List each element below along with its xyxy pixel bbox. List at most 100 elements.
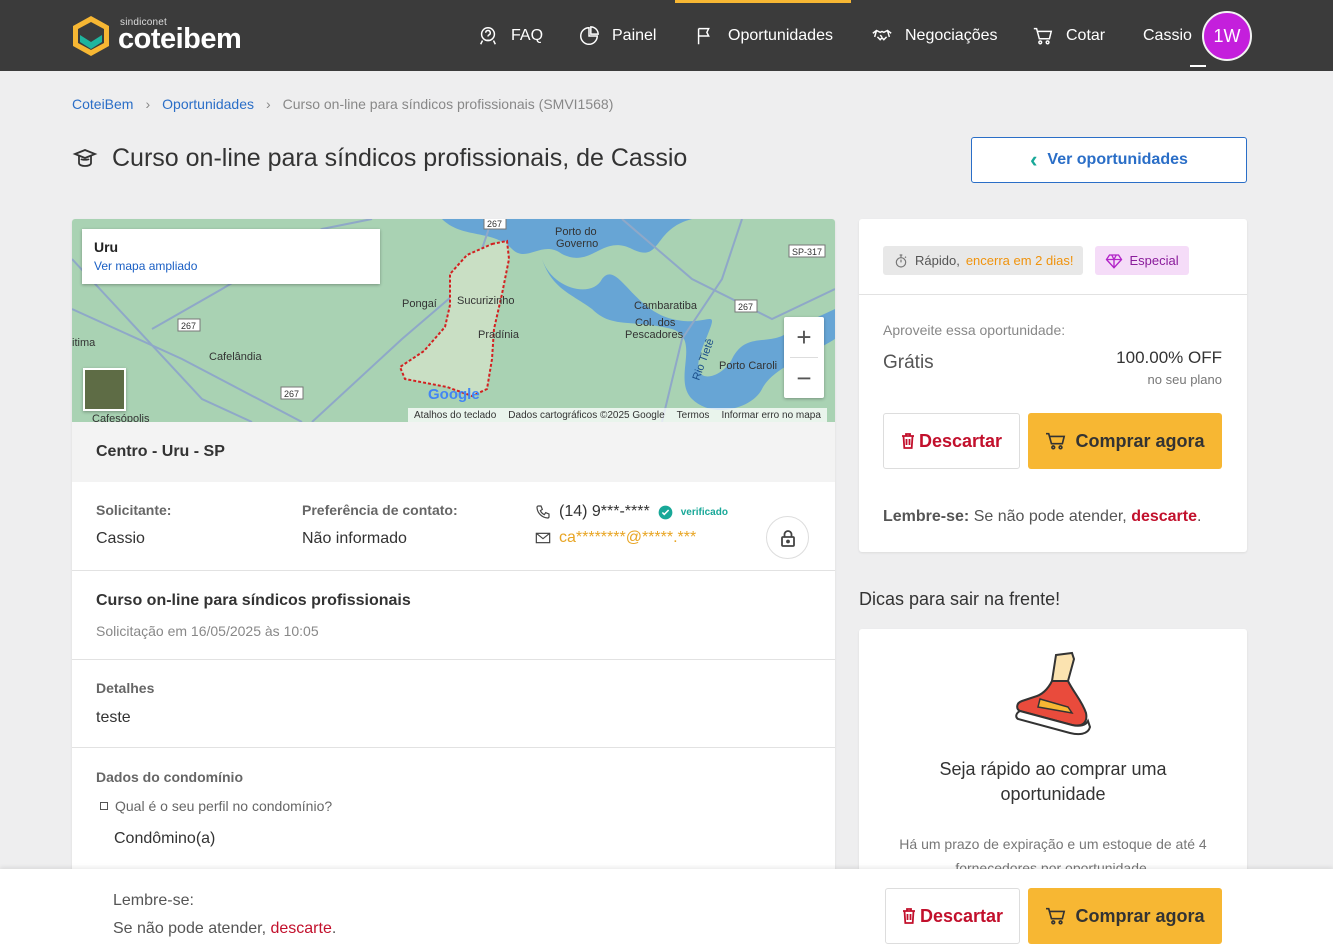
page-title: Curso on-line para síndicos profissionai… [72,144,687,173]
nav-oportunidades-label: Oportunidades [728,26,833,44]
reminder-bold: Lembre-se: [883,508,970,525]
graduation-cap-icon [72,148,98,167]
svg-text:Pescadores: Pescadores [625,329,684,341]
condo-question-text: Qual é o seu perfil no condomínio? [115,798,333,814]
zoom-out-button[interactable]: − [784,358,824,398]
offer-reminder: Lembre-se: Se não pode atender, descarte… [883,508,1201,526]
breadcrumb-oportunidades[interactable]: Oportunidades [162,96,254,112]
svg-text:Pradínia: Pradínia [478,329,520,341]
svg-text:267: 267 [284,389,299,399]
map-info-box: Uru Ver mapa ampliado [82,229,380,284]
mail-icon [535,532,551,544]
google-logo: Google [428,386,480,403]
buy-now-button[interactable]: Comprar agora [1028,413,1222,469]
svg-text:267: 267 [181,321,196,331]
map-data-credit: Dados cartográficos ©2025 Google [508,409,665,421]
view-opportunities-button[interactable]: ‹ Ver oportunidades [971,137,1247,183]
nav-faq[interactable]: FAQ [477,0,543,71]
map-shortcuts-link[interactable]: Atalhos do teclado [414,410,496,421]
buy-now-label: Comprar agora [1075,430,1205,451]
request-section: Curso on-line para síndicos profissionai… [72,570,835,659]
map-satellite-toggle[interactable] [83,368,126,411]
chevron-right-icon: › [145,96,151,112]
svg-text:itima: itima [72,337,96,349]
page-title-text: Curso on-line para síndicos profissionai… [112,144,688,172]
phone-row: (14) 9***-**** verificado [535,503,728,521]
discard-button[interactable]: Descartar [883,413,1020,469]
fast-badge-prefix: Rápido, [915,253,960,268]
nav-oportunidades[interactable]: Oportunidades [675,0,851,71]
cart-icon [1046,432,1066,450]
details-section: Detalhes teste [72,659,835,747]
nav-negociacoes[interactable]: Negociações [871,0,998,71]
faq-icon [480,26,496,45]
svg-text:Col. dos: Col. dos [635,317,676,329]
request-title: Curso on-line para síndicos profissionai… [96,592,411,609]
preference-value: Não informado [302,530,407,547]
map-report-link[interactable]: Informar erro no mapa [721,410,821,421]
condo-label: Dados do condomínio [96,769,243,785]
nav-painel-label: Painel [612,26,657,44]
svg-text:SP-317: SP-317 [792,247,822,257]
handshake-icon [872,29,892,41]
verified-label: verificado [680,506,728,518]
breadcrumb-home[interactable]: CoteiBem [72,96,133,112]
breadcrumb-current: Curso on-line para síndicos profissionai… [282,96,614,112]
phone-value: (14) 9***-**** [559,503,650,520]
logo-mark-icon [73,16,109,56]
sticky-discard-button[interactable]: Descartar [885,888,1020,944]
lock-icon [780,529,795,547]
special-badge-label: Especial [1129,253,1179,268]
svg-text:Porto Caroli: Porto Caroli [719,360,777,372]
svg-text:Cafesópolis: Cafesópolis [92,413,150,422]
location-text: Centro - Uru - SP [96,443,225,460]
nav-faq-label: FAQ [511,26,544,44]
trash-icon [902,908,915,924]
reminder-discard-link[interactable]: descarte [1131,508,1197,525]
flag-icon [697,27,710,44]
offer-price: Grátis [883,352,934,373]
user-name: Cassio [1143,26,1192,44]
opportunity-card: Porto do Governo Pongaí Sucurizinho Prad… [72,219,835,950]
cart-icon [1033,27,1053,45]
nav-painel[interactable]: Painel [578,0,656,71]
sticky-buy-now-button[interactable]: Comprar agora [1028,888,1222,944]
sticky-reminder-end: . [331,920,337,937]
offer-divider [859,294,1247,295]
contact-section: Solicitante: Cassio Preferência de conta… [72,482,835,570]
offer-discount-note: no seu plano [1147,372,1222,387]
map-footer: Atalhos do teclado Dados cartográficos ©… [408,408,827,422]
brand-logo[interactable]: sindiconet coteibem [72,13,262,59]
map-terms-link[interactable]: Termos [677,410,710,421]
fast-badge: Rápido, encerra em 2 dias! [883,246,1084,275]
verified-icon [658,505,673,519]
user-menu-indicator [1190,65,1206,67]
map-place: Uru [94,239,119,255]
map-enlarge-link[interactable]: Ver mapa ampliado [94,259,368,273]
fast-badge-highlight: encerra em 2 dias! [965,253,1074,268]
offer-discount: 100.00% OFF [1116,348,1222,367]
offer-card: Rápido, encerra em 2 dias! Especial Apro… [859,219,1247,552]
special-badge: Especial [1095,246,1189,275]
top-navbar: sindiconet coteibem FAQ Painel Oportunid… [0,0,1333,71]
map-zoom-controls: + − [784,317,824,398]
unlock-contact-button[interactable] [766,516,809,559]
chevron-right-icon: › [265,96,271,112]
user-menu[interactable]: Cassio [1143,0,1192,71]
zoom-in-button[interactable]: + [784,317,824,357]
avatar-text: 1W [1213,25,1241,46]
nav-cotar[interactable]: Cotar [1032,0,1105,71]
offer-hint: Aproveite essa oportunidade: [883,322,1066,338]
location-map[interactable]: Porto do Governo Pongaí Sucurizinho Prad… [72,219,835,422]
avatar[interactable]: 1W [1202,11,1252,61]
reminder-text: Se não pode atender, [973,508,1127,525]
preference-label: Preferência de contato: [302,502,458,518]
nav-cotar-label: Cotar [1066,26,1106,44]
phone-icon [536,505,550,519]
condo-answer: Condômino(a) [114,830,216,847]
sticky-discard-link[interactable]: descarte [270,920,331,937]
cart-icon [1046,907,1066,925]
details-value: teste [96,709,131,726]
trash-icon [901,433,914,449]
sticky-discard-label: Descartar [919,905,1004,926]
